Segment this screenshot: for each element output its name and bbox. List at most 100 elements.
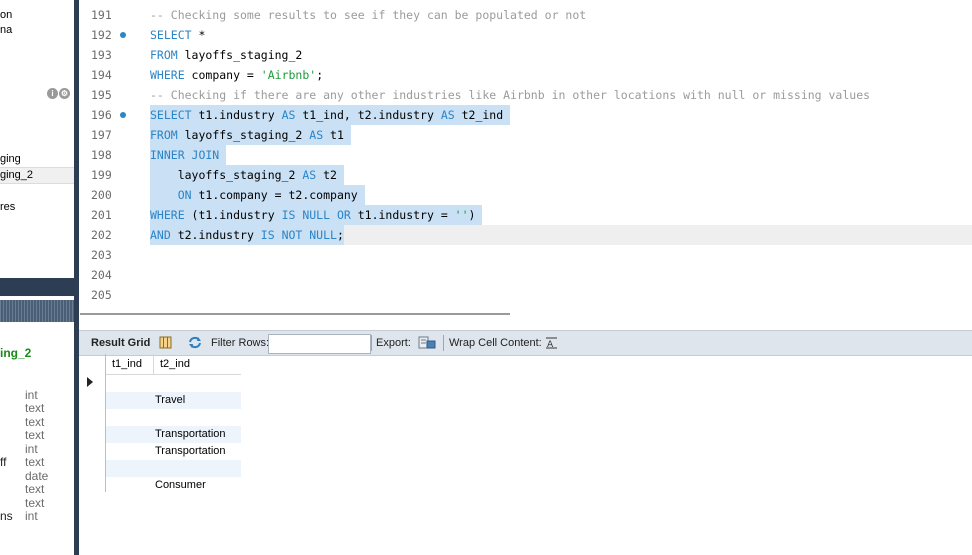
grid-view-icon[interactable] — [159, 336, 172, 349]
column-header-label: t2_ind — [160, 358, 190, 370]
schema-tree: on na i ⚙ ging ging_2 res — [0, 0, 74, 278]
schema-item-selected[interactable]: ging_2 — [0, 169, 33, 181]
info-column-type: text — [25, 482, 45, 496]
table-row[interactable]: Travel — [106, 392, 241, 409]
editor-line[interactable]: 195 -- Checking if there are any other i… — [79, 85, 972, 105]
line-number: 196 — [91, 108, 112, 122]
code-text-selected: ON t1.company = t2.company — [150, 185, 365, 205]
filter-rows-input[interactable] — [268, 334, 371, 354]
code-text-selected: WHERE (t1.industry IS NULL OR t1.industr… — [150, 205, 483, 225]
current-row-arrow-icon — [87, 377, 93, 387]
editor-line[interactable]: 193 FROM layoffs_staging_2 — [79, 45, 972, 65]
line-number: 201 — [91, 208, 112, 222]
statement-marker-icon — [120, 112, 126, 118]
line-number: 199 — [91, 168, 112, 182]
code-comment: -- Checking some results to see if they … — [150, 8, 587, 22]
cell-t2-ind[interactable]: Consumer — [155, 477, 206, 494]
code-text-selected: AND t2.industry IS NOT NULL; — [150, 225, 344, 245]
result-grid[interactable]: t1_ind t2_ind Travel Transportation Tran… — [81, 354, 241, 494]
export-icon[interactable] — [418, 336, 436, 349]
wrench-icon[interactable]: ⚙ — [59, 88, 70, 99]
info-column-type: text — [25, 496, 45, 510]
editor-line[interactable]: 196 SELECT t1.industry AS t1_ind, t2.ind… — [79, 105, 972, 125]
editor-line[interactable]: 198 INNER JOIN — [79, 145, 972, 165]
schema-item[interactable]: res — [0, 201, 15, 213]
info-column-type: text — [25, 455, 45, 469]
info-column-type: int — [25, 388, 38, 402]
info-column-name: ns — [0, 509, 13, 523]
info-column-type: text — [25, 401, 45, 415]
info-icon[interactable]: i — [47, 88, 58, 99]
cell-t2-ind[interactable]: Transportation — [155, 443, 226, 460]
line-number: 195 — [91, 88, 112, 102]
code-text-selected: layoffs_staging_2 AS t2 — [150, 165, 344, 185]
info-panel-header — [0, 300, 74, 322]
column-header-label: t1_ind — [112, 358, 142, 370]
table-row[interactable] — [106, 460, 241, 477]
result-grid-tab[interactable]: Result Grid — [91, 331, 150, 355]
object-actions: i ⚙ — [47, 88, 70, 99]
toolbar-divider — [443, 335, 444, 351]
schema-item[interactable]: na — [0, 24, 12, 36]
statement-marker-icon — [120, 32, 126, 38]
line-number: 205 — [91, 288, 112, 302]
navigator-tab-bar — [0, 278, 74, 296]
editor-line[interactable]: 204 — [79, 265, 972, 285]
line-number: 204 — [91, 268, 112, 282]
editor-line[interactable]: 202 AND t2.industry IS NOT NULL; — [79, 225, 972, 245]
line-number: 194 — [91, 68, 112, 82]
refresh-icon[interactable] — [187, 336, 203, 349]
table-row[interactable] — [106, 409, 241, 426]
line-number: 193 — [91, 48, 112, 62]
info-column-name: ff — [0, 455, 7, 469]
line-number: 202 — [91, 228, 112, 242]
line-number: 191 — [91, 8, 112, 22]
column-header[interactable]: t2_ind — [154, 354, 241, 375]
editor-line[interactable]: 203 — [79, 245, 972, 265]
schema-item[interactable]: ging — [0, 153, 21, 165]
line-number: 197 — [91, 128, 112, 142]
editor-line[interactable]: 192 SELECT * — [79, 25, 972, 45]
result-toolbar: Result Grid Filter Rows: Export: Wrap Ce… — [79, 330, 972, 356]
wrap-cell-label: Wrap Cell Content: — [449, 337, 542, 349]
column-header[interactable]: t1_ind — [106, 354, 154, 375]
navigator-panel: on na i ⚙ ging ging_2 res ing_2 int text… — [0, 0, 74, 555]
code-text: SELECT * — [150, 28, 206, 42]
line-number: 192 — [91, 28, 112, 42]
info-column-type: date — [25, 469, 49, 483]
code-comment: -- Checking if there are any other indus… — [150, 88, 871, 102]
editor-line[interactable]: 194 WHERE company = 'Airbnb'; — [79, 65, 972, 85]
toolbar-divider — [371, 335, 372, 351]
code-text-selected: INNER JOIN — [150, 145, 227, 165]
table-row[interactable]: Transportation — [106, 443, 241, 460]
wrap-text-icon[interactable]: A — [545, 336, 558, 349]
info-column-type: int — [25, 442, 38, 456]
info-column-type: text — [25, 415, 45, 429]
editor-line[interactable]: 191 -- Checking some results to see if t… — [79, 5, 972, 25]
filter-rows-label: Filter Rows: — [211, 337, 270, 349]
code-text: WHERE company = 'Airbnb'; — [150, 68, 324, 82]
line-number: 203 — [91, 248, 112, 262]
row-selector-column[interactable] — [81, 354, 106, 492]
cell-t2-ind[interactable]: Transportation — [155, 426, 226, 443]
table-row[interactable]: Consumer — [106, 477, 241, 494]
editor-line[interactable]: 197 FROM layoffs_staging_2 AS t1 — [79, 125, 972, 145]
line-number: 198 — [91, 148, 112, 162]
sql-editor[interactable]: 191 -- Checking some results to see if t… — [79, 0, 972, 310]
line-number: 200 — [91, 188, 112, 202]
editor-line[interactable]: 199 layoffs_staging_2 AS t2 — [79, 165, 972, 185]
editor-line[interactable]: 205 — [79, 285, 972, 305]
code-text-selected: SELECT t1.industry AS t1_ind, t2.industr… — [150, 105, 511, 125]
editor-line[interactable]: 201 WHERE (t1.industry IS NULL OR t1.ind… — [79, 205, 972, 225]
editor-horizontal-scrollbar[interactable] — [80, 313, 510, 315]
export-label: Export: — [376, 337, 411, 349]
table-row[interactable] — [106, 375, 241, 392]
cell-t2-ind[interactable]: Travel — [155, 392, 185, 409]
schema-item[interactable]: on — [0, 9, 12, 21]
table-row[interactable]: Transportation — [106, 426, 241, 443]
info-column-type: text — [25, 428, 45, 442]
info-table-title: ing_2 — [0, 346, 32, 360]
code-text-selected: FROM layoffs_staging_2 AS t1 — [150, 125, 351, 145]
editor-line[interactable]: 200 ON t1.company = t2.company — [79, 185, 972, 205]
info-column-type: int — [25, 509, 38, 523]
